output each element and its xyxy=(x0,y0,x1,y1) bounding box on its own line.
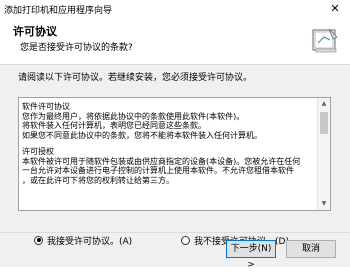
license-line: 一台允许对本设备进行电子控制的计算机上使用本软件。不允许您租借本软件 xyxy=(22,166,294,175)
accept-radio[interactable]: 我接受许可协议。(A) xyxy=(34,234,132,247)
footer-divider xyxy=(0,232,350,233)
page-subtitle: 您是否接受许可协议的条款? xyxy=(20,43,133,53)
title-bar: 添加打印机和应用程序向导 ✕ xyxy=(0,0,350,18)
close-icon[interactable]: ✕ xyxy=(322,1,348,17)
accept-radio-label[interactable]: 我接受许可协议。(A) xyxy=(47,234,132,247)
next-button[interactable]: 下一步(N) > xyxy=(226,240,276,270)
license-line: 您作为最终用户，将依据此协议中的条款使用此软件(本软件)。 xyxy=(22,111,245,121)
radio-unselected-icon[interactable] xyxy=(181,235,190,245)
intro-text: 请阅读以下许可协议。若继续安装，您必须接受许可协议。 xyxy=(18,73,253,83)
license-line: 将软件装入任何计算机，表明您已经同意这些条款。 xyxy=(22,121,206,130)
radio-selected-icon[interactable] xyxy=(34,235,43,245)
license-line: 本软件被许可用于随软件包装或由供应商指定的设备(本设备)。您被允许在任何 xyxy=(22,156,301,166)
license-line: ，或在此许可下将您的权利转让给第三方。 xyxy=(22,175,174,185)
license-text: 软件许可协议 您作为最终用户，将依据此协议中的条款使用此软件(本软件)。 将软件… xyxy=(22,102,318,185)
page-title: 许可协议 xyxy=(13,25,57,38)
scroll-thumb[interactable] xyxy=(320,112,328,134)
license-blank-line xyxy=(22,140,318,147)
cancel-button[interactable]: 取消 xyxy=(286,240,336,258)
license-line: 许可授权 xyxy=(22,147,54,156)
installer-document-icon xyxy=(312,28,338,53)
license-textbox[interactable]: 软件许可协议 您作为最终用户，将依据此协议中的条款使用此软件(本软件)。 将软件… xyxy=(18,97,331,211)
license-scrollbar[interactable]: ▲ ▼ xyxy=(317,98,330,210)
scroll-up-icon[interactable]: ▲ xyxy=(318,98,330,110)
license-line: 如果您不同意此协议中的条款，您将不能将本软件装入任何计算机。 xyxy=(22,130,262,140)
window-title: 添加打印机和应用程序向导 xyxy=(4,6,113,16)
scroll-down-icon[interactable]: ▼ xyxy=(318,198,330,210)
license-line: 软件许可协议 xyxy=(22,102,70,111)
wizard-body: 请阅读以下许可协议。若继续安装，您必须接受许可协议。 软件许可协议 您作为最终用… xyxy=(0,65,350,270)
wizard-header: 许可协议 您是否接受许可协议的条款? xyxy=(0,18,350,65)
